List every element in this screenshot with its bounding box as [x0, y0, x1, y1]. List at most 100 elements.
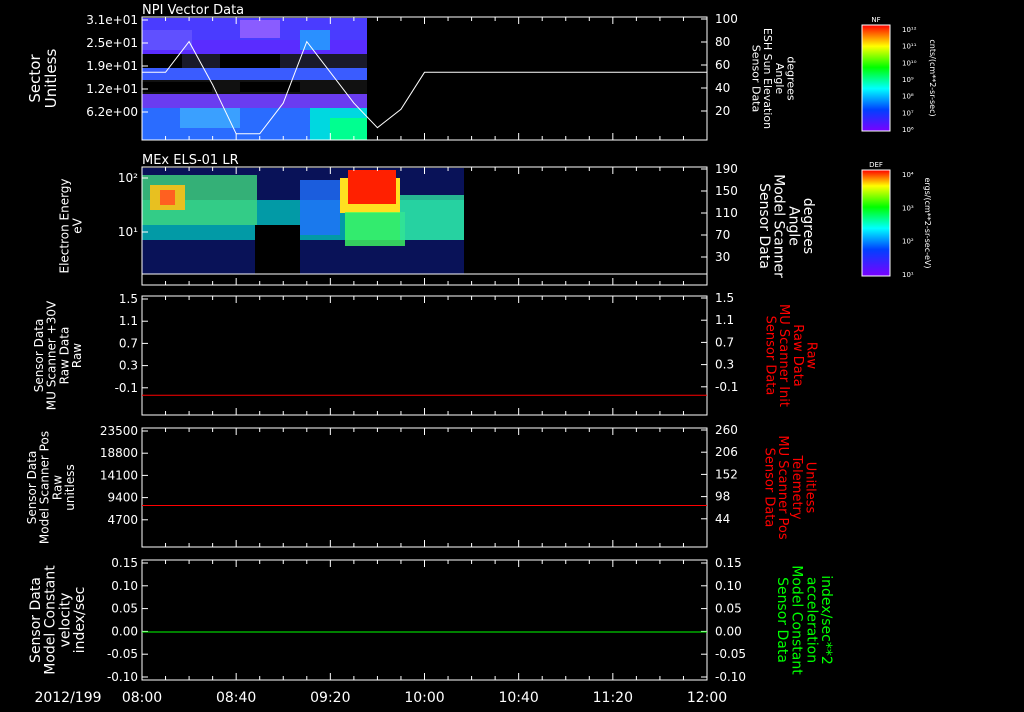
y-tick-label-right: 98: [715, 490, 730, 504]
y-axis-label-left-line: index/sec: [72, 587, 88, 654]
y-axis-label-right-line: MU Scanner Pos: [775, 435, 790, 540]
y-axis-label-right-line: Angle: [785, 206, 801, 246]
colorbar-1: NF 10¹² 10¹¹ 10¹⁰ 10⁹ 10⁸ 10⁷ 10⁶ cnts/(cm**2-sr…: [861, 16, 937, 134]
y-axis-label-right-line: ESH Sun Elevation: [761, 28, 774, 129]
colorbar-label: NF: [871, 16, 880, 24]
y-axis-label-right-line: Angle: [773, 63, 786, 95]
y-axis-label-left-line: Sensor Data: [28, 577, 44, 663]
panel-title: MEx ELS-01 LR: [142, 153, 239, 168]
y-tick-label-right: 100: [715, 12, 738, 26]
colorbar-gradient: [861, 24, 891, 132]
y-tick-label-right: -0.1: [715, 380, 738, 394]
y-tick-label-right: 40: [715, 81, 730, 95]
colorbar-units-text: cnts/(cm**2-sr-sec): [928, 39, 937, 116]
x-tick-label: 11:20: [593, 690, 633, 706]
y-tick-label-left: 1.5: [119, 292, 138, 306]
y-axis-label-right-line: MU Scanner Init: [776, 304, 791, 407]
y-tick-label-right: 190: [715, 162, 738, 176]
y-tick-label-left: 23500: [100, 424, 138, 438]
x-axis: 08:00 08:40 09:20 10:00 10:40 11:20 12:00 2012/…: [34, 690, 727, 706]
y-tick-label-right: 0.3: [715, 358, 734, 372]
y-axis-label-left-line: Raw: [70, 343, 84, 368]
y-tick-label-right: 70: [715, 228, 730, 242]
y-tick-label-left: -0.05: [107, 647, 138, 661]
y-axis-label-right: Sensor DataModel Constantaccelerationind…: [774, 565, 834, 675]
y-tick-label-left: -0.10: [107, 670, 138, 684]
y-tick-label-left: 0.00: [111, 624, 138, 638]
multi-panel-plot: 3.1e+01 2.5e+01 1.9e+01 1.2e+01 6.2e+00 100 80…: [25, 3, 937, 706]
y-axis-label-left: SectorUnitless: [26, 49, 60, 109]
y-axis-label-left-line: unitless: [63, 464, 77, 510]
y-tick-label-left: 3.1e+01: [86, 13, 138, 27]
y-tick-label-left: -0.1: [115, 381, 138, 395]
panel-1: 3.1e+01 2.5e+01 1.9e+01 1.2e+01 6.2e+00 100 80…: [26, 3, 798, 141]
x-tick-label: 12:00: [687, 690, 727, 706]
y-tick-label-right: 0.15: [715, 556, 742, 570]
y-tick-label-left: 1.9e+01: [86, 59, 138, 73]
y-axis-label-right-line: Sensor Data: [750, 45, 763, 112]
y-tick-label-left: 4700: [107, 513, 138, 527]
y-axis-label-left-line: Model Constant: [43, 565, 59, 675]
panel-5: 0.15 0.10 0.05 0.00 -0.05 -0.10 0.15 0.10 0.05 0.…: [28, 556, 834, 684]
y-tick-label-left: 0.10: [111, 579, 138, 593]
x-tick-label: 10:00: [404, 690, 444, 706]
y-axis-label-right-line: Sensor Data: [763, 316, 778, 396]
y-axis-label-right-line: degrees: [800, 198, 816, 254]
y-tick-label-right: -0.10: [715, 670, 746, 684]
y-tick-label-left: 18800: [100, 446, 138, 460]
y-axis-label-left: Sensor DataModel Constantvelocityindex/s…: [28, 565, 88, 675]
panel-4: 23500 18800 14100 9400 4700 260 206 152 98 44 Sens…: [25, 423, 818, 548]
y-tick-label-right: 80: [715, 35, 730, 49]
y-tick-label-left: 1.2e+01: [86, 82, 138, 96]
y-axis-label-left-line: eV: [70, 217, 84, 233]
colorbar-gradient: [861, 169, 891, 277]
panel-title: NPI Vector Data: [142, 3, 244, 18]
y-axis-label-left-line: velocity: [57, 593, 73, 648]
colorbar-tick-label: 10⁶: [902, 126, 914, 134]
y-tick-label-right: 60: [715, 58, 730, 72]
y-tick-label-left: 14100: [100, 468, 138, 482]
y-axis-label-right-line: degrees: [784, 56, 797, 101]
y-tick-label-right: 0.10: [715, 579, 742, 593]
x-tick-label: 08:00: [122, 690, 162, 706]
y-axis-label-right-line: Raw Data: [790, 324, 805, 387]
panel2-heatmap: [142, 168, 464, 275]
panel-frame: [141, 427, 708, 548]
y-tick-label-right: 150: [715, 184, 738, 198]
colorbar-units-text: ergs/(cm**2-sr-sec-eV): [923, 177, 932, 268]
y-axis-label-right: Sensor DataMU Scanner PosTelemetryUnitle…: [762, 435, 818, 540]
y-axis-label-right: Sensor DataESH Sun ElevationAngledegrees: [750, 28, 798, 129]
y-tick-label-right: 152: [715, 467, 738, 481]
colorbar-tick-label: 10¹¹: [902, 43, 917, 51]
panel-frame: [141, 559, 708, 681]
y-tick-label-left: 2.5e+01: [86, 36, 138, 50]
y-tick-label-left: 10²: [118, 171, 138, 185]
y-axis-label-left-line: Unitless: [42, 49, 60, 109]
y-axis-label-right-line: Model Scanner: [771, 174, 787, 278]
y-axis-label-right-line: Telemetry: [789, 454, 804, 519]
y-tick-label-right: 260: [715, 423, 738, 437]
colorbar-tick-label: 10⁸: [902, 93, 914, 101]
y-axis-label-right-line: Sensor Data: [774, 577, 790, 663]
colorbar-tick-label: 10¹⁰: [902, 59, 917, 67]
colorbar-label: DEF: [869, 161, 883, 169]
y-tick-label-right: 30: [715, 250, 730, 264]
y-axis-label-left: Sensor DataMU Scanner +30VRaw DataRaw: [32, 300, 84, 410]
y-tick-label-right: 0.7: [715, 335, 734, 349]
colorbar-tick-label: 10³: [902, 204, 914, 212]
y-axis-label-right-line: Model Constant: [789, 565, 805, 675]
y-axis-label-left: Electron EnergyeV: [58, 178, 85, 273]
y-tick-label-right: -0.05: [715, 647, 746, 661]
y-tick-label-left: 0.05: [111, 602, 138, 616]
panel-3: 1.5 1.1 0.7 0.3 -0.1 1.5 1.1 0.7 0.3 -0.1 Sensor D…: [32, 291, 819, 416]
x-tick-label: 09:20: [310, 690, 350, 706]
colorbar-tick-label: 10⁷: [902, 109, 914, 117]
x-tick-label: 10:40: [498, 690, 538, 706]
colorbar-2: DEF 10⁴ 10³ 10² 10¹ ergs/(cm**2-sr-sec-eV): [861, 161, 932, 279]
y-tick-label-left: 0.15: [111, 556, 138, 570]
y-axis-label-right: Sensor DataMU Scanner InitRaw DataRaw: [763, 304, 819, 407]
y-axis-label-right: Sensor DataModel ScannerAngledegrees: [756, 174, 816, 278]
colorbar-tick-label: 10⁹: [902, 76, 914, 84]
y-tick-label-right: 44: [715, 512, 730, 526]
y-tick-label-right: 206: [715, 445, 738, 459]
